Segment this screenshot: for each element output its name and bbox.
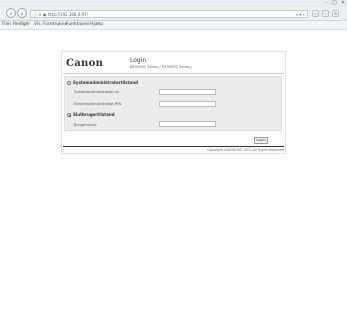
back-arrow-icon[interactable]: ‹ bbox=[6, 8, 16, 18]
footer-divider bbox=[63, 146, 284, 147]
close-icon[interactable]: ✕ bbox=[339, 0, 347, 6]
device-name: MF5900C Series / MF5900C Series / bbox=[130, 65, 193, 69]
home-icon[interactable]: ⌂ bbox=[312, 10, 319, 17]
header-divider bbox=[63, 73, 284, 74]
username-input[interactable] bbox=[159, 121, 216, 127]
menu-tools[interactable]: Funktioner bbox=[66, 21, 90, 29]
menu-view[interactable]: Vis bbox=[34, 21, 41, 29]
admin-pin-input[interactable] bbox=[159, 101, 216, 107]
admin-id-label: Systemadministrator-id: bbox=[74, 89, 120, 94]
menu-help[interactable]: Hjælp bbox=[90, 21, 103, 29]
address-bar[interactable]: ⓘ ✕ ◉ http://192.168.0.97/ ⌕ ▾ » bbox=[30, 10, 308, 18]
general-user-radio[interactable] bbox=[67, 113, 71, 117]
admin-mode-label: Systemadministratortilstand bbox=[73, 80, 138, 85]
admin-pin-label: Systemadministrator-PIN: bbox=[74, 101, 123, 106]
menu-favorites[interactable]: Foretrukne bbox=[43, 21, 67, 29]
menu-file[interactable]: Filer bbox=[2, 21, 11, 29]
copyright-text: Copyright CANON INC. 2011 All Rights Res… bbox=[207, 148, 284, 152]
minimize-icon[interactable]: – bbox=[323, 0, 330, 6]
maximize-icon[interactable]: □ bbox=[331, 0, 338, 6]
username-label: Brugernavn: bbox=[74, 122, 98, 127]
login-button[interactable]: Login bbox=[254, 137, 268, 144]
browser-toolbar: ‹ › ⓘ ✕ ◉ http://192.168.0.97/ ⌕ ▾ » ⌂ ☆… bbox=[0, 7, 347, 21]
menu-bar: Filer Redigér Vis Foretrukne Funktioner … bbox=[0, 21, 347, 30]
menu-edit[interactable]: Redigér bbox=[13, 21, 30, 29]
gear-icon[interactable]: ⚙ bbox=[332, 10, 339, 17]
general-user-label: Slutbrugertilstand bbox=[73, 112, 115, 117]
canon-logo: Canon bbox=[66, 58, 104, 69]
search-dropdown-icon[interactable]: ⌕ ▾ » bbox=[296, 11, 305, 17]
star-icon[interactable]: ☆ bbox=[322, 10, 329, 17]
admin-id-input[interactable] bbox=[159, 89, 216, 95]
admin-mode-radio[interactable] bbox=[67, 81, 71, 85]
forward-arrow-icon[interactable]: › bbox=[17, 8, 27, 18]
address-text: ⓘ ✕ ◉ http://192.168.0.97/ bbox=[33, 12, 88, 17]
login-title: Login bbox=[130, 57, 147, 64]
title-bar: – □ ✕ bbox=[0, 0, 347, 7]
